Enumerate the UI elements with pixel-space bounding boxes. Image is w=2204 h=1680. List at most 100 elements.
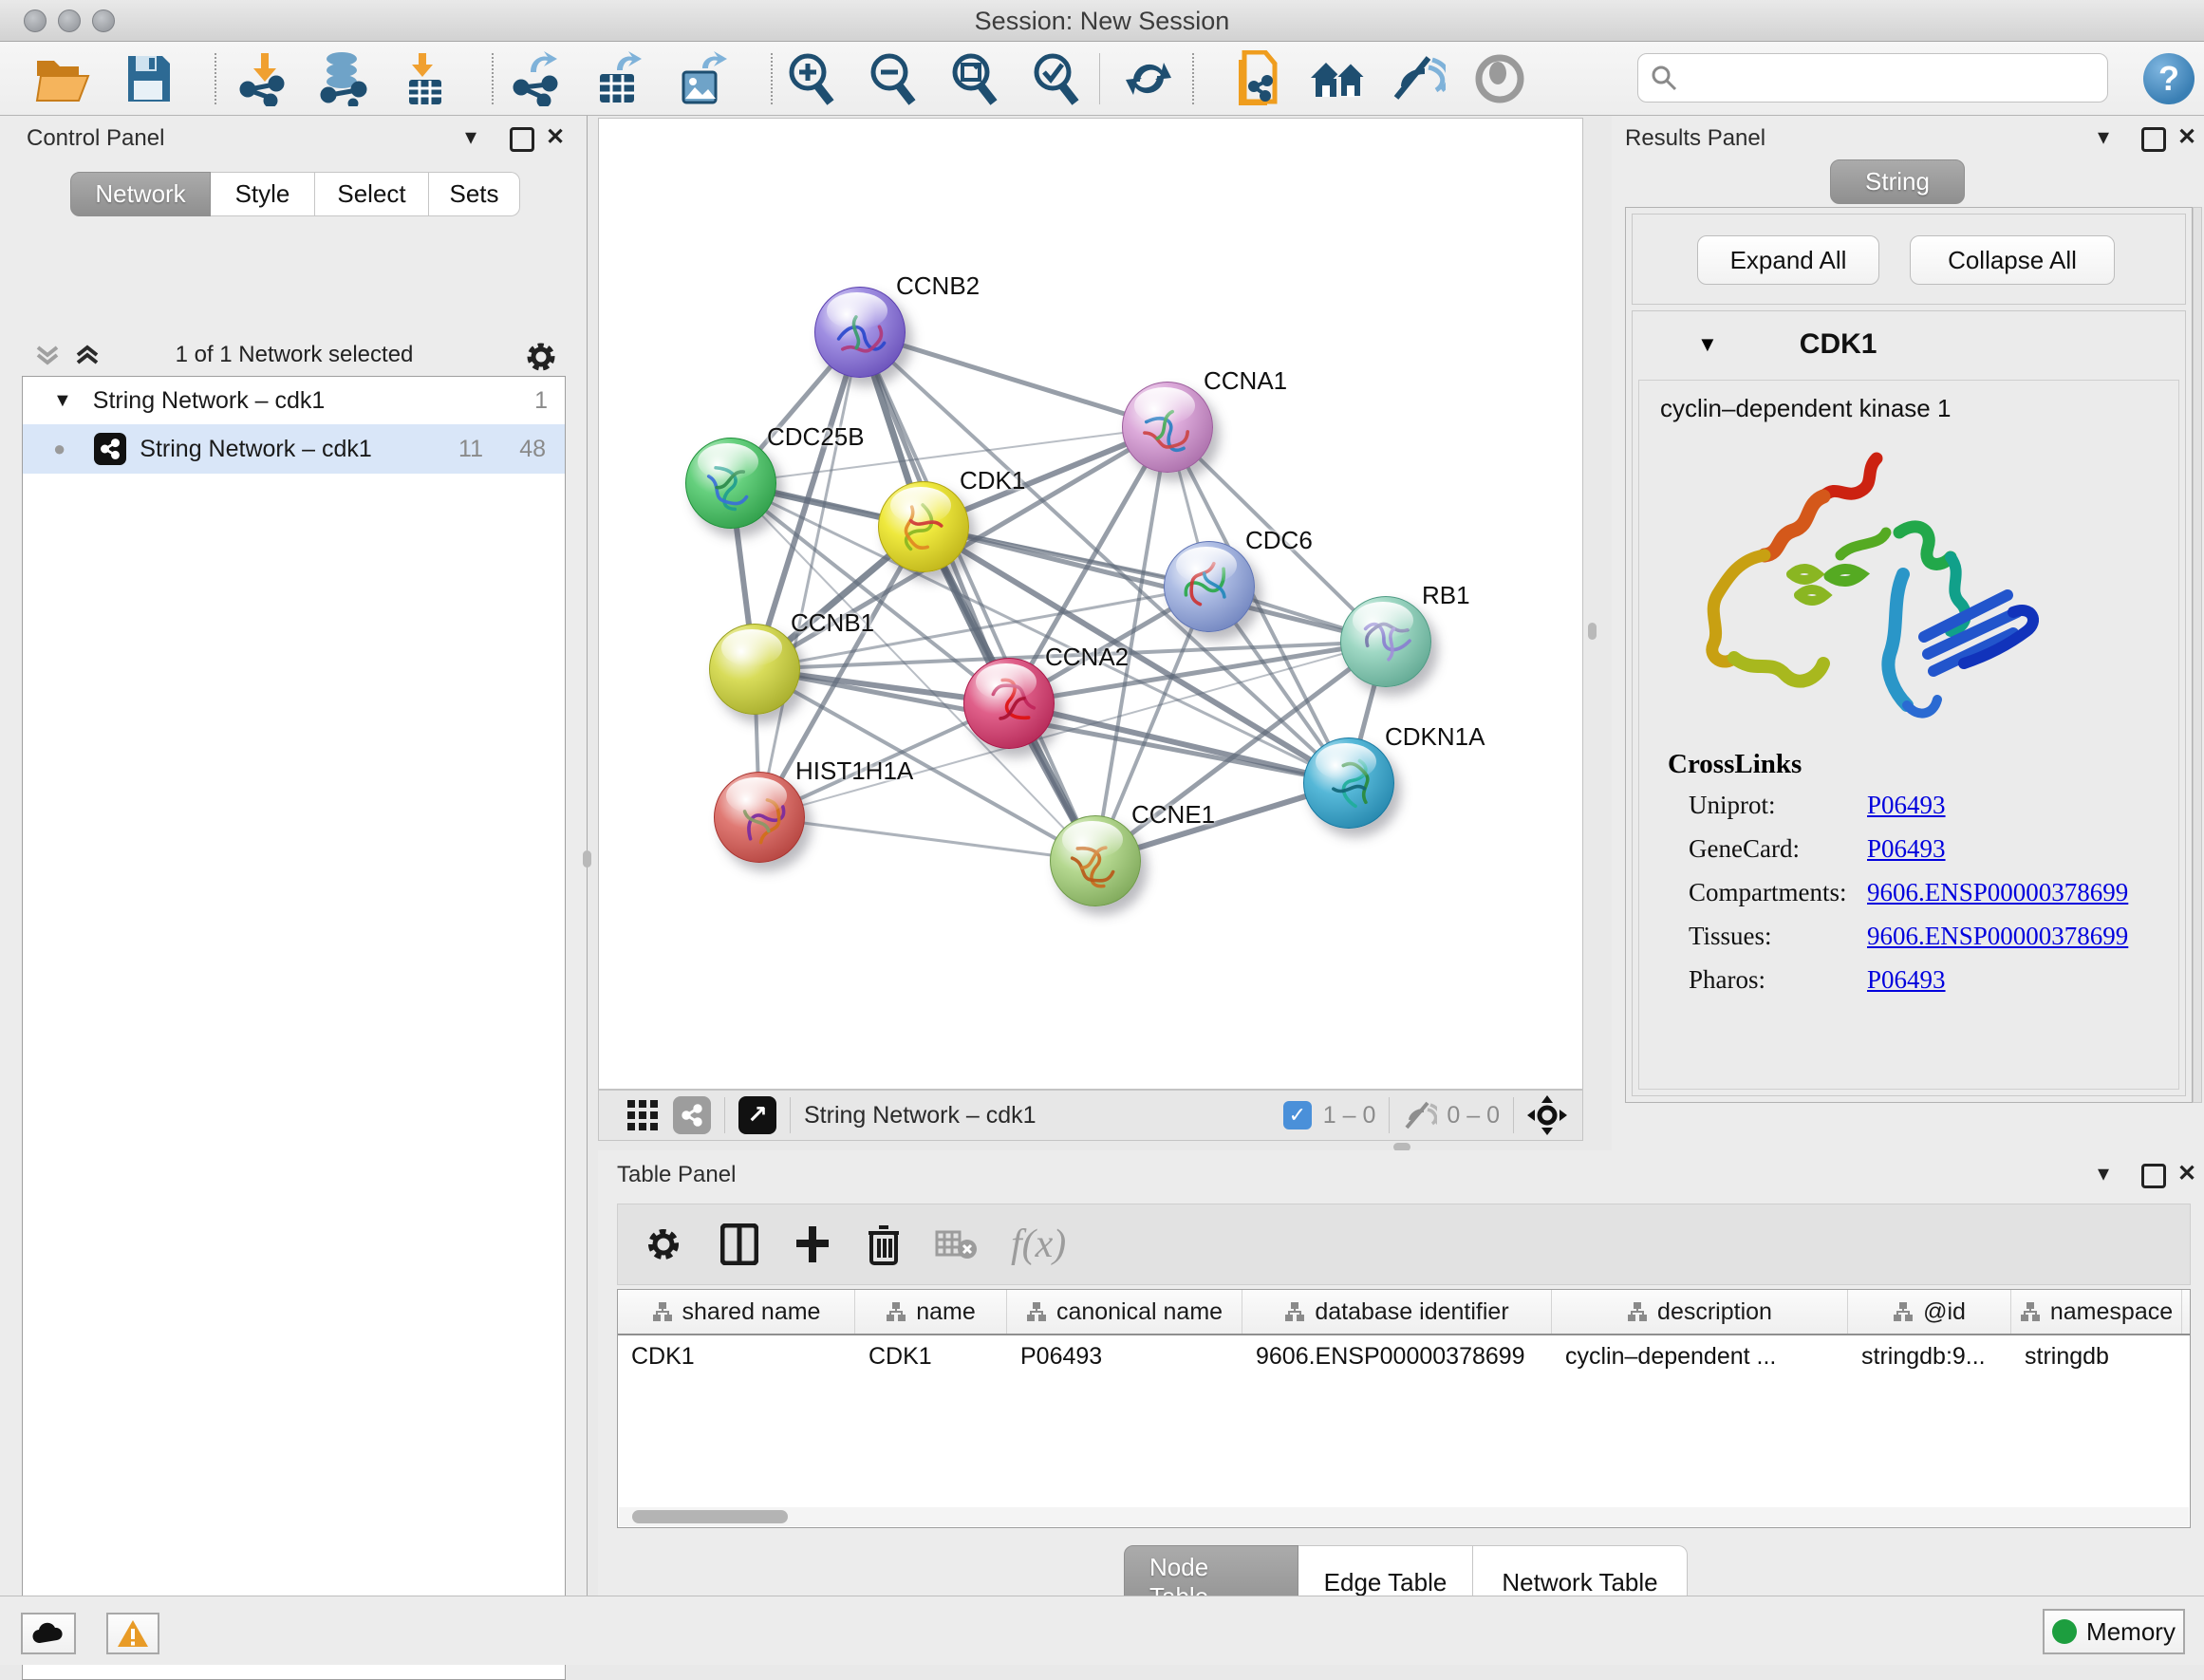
column-header[interactable]: description <box>1552 1290 1848 1334</box>
home-icon[interactable] <box>1308 49 1369 108</box>
tab-string[interactable]: String <box>1830 159 1965 204</box>
gene-section-header[interactable]: ▼ CDK1 <box>1633 311 2185 378</box>
zoom-selected-icon[interactable] <box>1025 49 1086 108</box>
crosslink-link[interactable]: P06493 <box>1867 834 1946 864</box>
expand-all-icon[interactable] <box>72 344 103 368</box>
column-header[interactable]: @id <box>1848 1290 2011 1334</box>
table-panel-close-icon[interactable]: ✕ <box>2177 1160 2196 1187</box>
network-node-cdk1[interactable] <box>878 481 969 572</box>
table-cell[interactable]: cyclin–dependent ... <box>1552 1335 1848 1379</box>
table-row[interactable]: CDK1CDK1P064939606.ENSP00000378699cyclin… <box>618 1335 2190 1379</box>
results-scrollbar[interactable] <box>2193 207 2202 1103</box>
network-node-cdkn1a[interactable] <box>1303 737 1394 829</box>
import-network-database-icon[interactable] <box>313 49 374 108</box>
open-in-window-icon[interactable]: ↗ <box>738 1096 776 1134</box>
network-row-selected[interactable]: ● String Network – cdk1 11 48 <box>23 424 565 474</box>
table-cell[interactable]: CDK1 <box>618 1335 855 1379</box>
crosslink-link[interactable]: 9606.ENSP00000378699 <box>1867 878 2128 907</box>
expand-all-button[interactable]: Expand All <box>1697 235 1879 285</box>
table-cell[interactable]: P06493 <box>1007 1335 1242 1379</box>
table-cell[interactable]: CDK1 <box>855 1335 1007 1379</box>
results-panel-menu-icon[interactable]: ▾ <box>2098 123 2109 151</box>
export-image-icon[interactable] <box>672 49 733 108</box>
network-node-ccnb2[interactable] <box>814 287 906 378</box>
warning-status-button[interactable] <box>106 1613 159 1654</box>
search-input[interactable] <box>1686 65 2107 91</box>
vertical-splitter-handle[interactable] <box>583 850 591 868</box>
import-table-file-icon[interactable] <box>395 49 456 108</box>
column-header[interactable]: shared name <box>618 1290 855 1334</box>
table-panel-menu-icon[interactable]: ▾ <box>2098 1160 2109 1187</box>
help-button[interactable]: ? <box>2143 53 2195 104</box>
open-session-icon[interactable] <box>32 49 93 108</box>
table-options-gear-icon[interactable] <box>644 1225 682 1263</box>
tab-style[interactable]: Style <box>211 172 315 216</box>
scrollbar-thumb[interactable] <box>632 1510 788 1523</box>
export-network-icon[interactable] <box>505 49 566 108</box>
control-panel-close-icon[interactable]: ✕ <box>546 123 565 151</box>
collapse-all-icon[interactable] <box>32 344 63 368</box>
table-panel-float-icon[interactable] <box>2141 1164 2166 1188</box>
network-node-cdc25b[interactable] <box>685 438 776 529</box>
tab-sets[interactable]: Sets <box>429 172 520 216</box>
function-builder-icon[interactable]: f(x) <box>1011 1222 1066 1267</box>
import-network-file-icon[interactable] <box>233 49 294 108</box>
table-cell[interactable]: stringdb <box>2011 1335 2182 1379</box>
save-session-icon[interactable] <box>118 49 178 108</box>
delete-column-icon[interactable] <box>867 1223 901 1265</box>
results-panel-close-icon[interactable]: ✕ <box>2177 123 2196 151</box>
network-node-ccna1[interactable] <box>1122 382 1213 473</box>
network-canvas[interactable]: CCNB2CCNA1CDC25BCDK1CDC6RB1CCNB1CCNA2CDK… <box>598 118 1583 1090</box>
crosslink-link[interactable]: 9606.ENSP00000378699 <box>1867 922 2128 951</box>
zoom-out-icon[interactable] <box>862 49 923 108</box>
table-cell[interactable]: stringdb:9... <box>1848 1335 2011 1379</box>
vertical-splitter-handle[interactable] <box>1588 623 1597 640</box>
network-node-cdc6[interactable] <box>1164 541 1255 632</box>
column-header[interactable]: name <box>855 1290 1007 1334</box>
node-label-ccnb1: CCNB1 <box>791 608 874 638</box>
results-panel-float-icon[interactable] <box>2141 127 2166 152</box>
column-type-icon <box>1026 1301 1047 1322</box>
memory-button[interactable]: Memory <box>2043 1609 2185 1654</box>
network-node-hist1h1a[interactable] <box>714 772 805 863</box>
table-toolbar: f(x) <box>617 1204 2191 1285</box>
show-all-icon[interactable] <box>1469 49 1530 108</box>
node-table[interactable]: shared namenamecanonical namedatabase id… <box>617 1289 2191 1528</box>
network-node-ccnb1[interactable] <box>709 624 800 715</box>
section-collapse-icon[interactable]: ▼ <box>1697 332 1718 357</box>
tab-select[interactable]: Select <box>315 172 429 216</box>
collapse-all-button[interactable]: Collapse All <box>1910 235 2115 285</box>
network-node-ccna2[interactable] <box>963 658 1055 749</box>
control-panel-menu-icon[interactable]: ▾ <box>465 123 476 151</box>
collection-expand-icon[interactable]: ▼ <box>53 390 72 412</box>
crosslink-link[interactable]: P06493 <box>1867 791 1946 820</box>
cloud-status-button[interactable] <box>21 1613 76 1654</box>
crosslink-link[interactable]: P06493 <box>1867 965 1946 995</box>
table-cell[interactable]: 9606.ENSP00000378699 <box>1242 1335 1552 1379</box>
add-column-icon[interactable] <box>794 1224 831 1264</box>
hide-selected-icon[interactable] <box>1388 49 1448 108</box>
grid-view-icon[interactable] <box>624 1096 662 1134</box>
selected-checkbox-icon[interactable]: ✓ <box>1283 1101 1312 1129</box>
network-node-ccne1[interactable] <box>1050 815 1141 906</box>
column-header[interactable]: canonical name <box>1007 1290 1242 1334</box>
column-header[interactable]: namespace <box>2011 1290 2182 1334</box>
zoom-fit-icon[interactable] <box>943 49 1004 108</box>
import-string-network-icon[interactable] <box>1226 49 1287 108</box>
show-columns-icon[interactable] <box>720 1223 758 1265</box>
network-options-gear-icon[interactable] <box>524 340 558 374</box>
refresh-icon[interactable] <box>1118 49 1179 108</box>
table-horizontal-scrollbar[interactable] <box>619 1507 2189 1526</box>
network-collection-row[interactable]: ▼ String Network – cdk1 1 <box>23 377 565 424</box>
tab-network[interactable]: Network <box>70 172 211 216</box>
column-header[interactable]: database identifier <box>1242 1290 1552 1334</box>
network-edge[interactable] <box>924 527 1386 642</box>
network-share-icon[interactable] <box>673 1096 711 1134</box>
network-node-rb1[interactable] <box>1340 596 1431 687</box>
control-panel-float-icon[interactable] <box>510 127 534 152</box>
zoom-in-icon[interactable] <box>780 49 841 108</box>
search-field[interactable] <box>1637 53 2108 103</box>
birds-eye-view-icon[interactable] <box>1527 1095 1567 1135</box>
export-table-icon[interactable] <box>588 49 649 108</box>
delete-table-icon[interactable] <box>935 1228 979 1260</box>
